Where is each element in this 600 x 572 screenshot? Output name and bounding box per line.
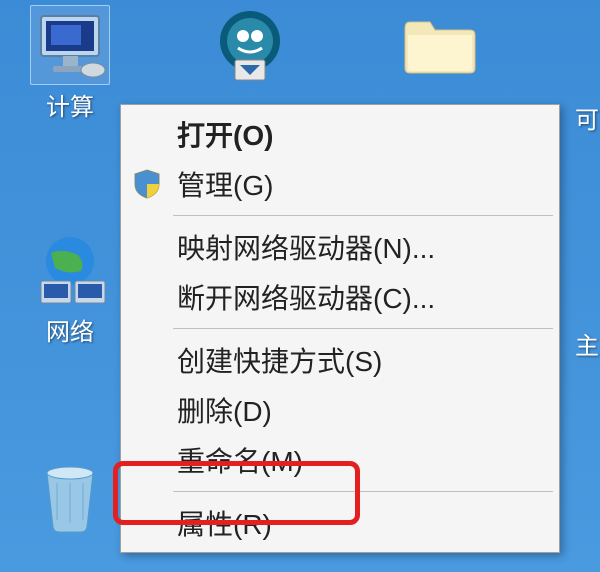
- menu-separator: [173, 328, 553, 329]
- desktop-icon-folder[interactable]: [380, 5, 500, 85]
- desktop-icon-computer[interactable]: 计算: [10, 5, 130, 122]
- menu-item-rename[interactable]: 重命名(M): [123, 435, 557, 485]
- menu-separator: [173, 491, 553, 492]
- app-icon: [210, 5, 290, 85]
- blank-icon: [127, 114, 167, 154]
- menu-item-disconnect-drive[interactable]: 断开网络驱动器(C)...: [123, 272, 557, 322]
- partial-label-2: 主: [575, 326, 599, 361]
- blank-icon: [127, 390, 167, 430]
- desktop-icon-computer-label: 计算: [10, 87, 130, 122]
- computer-icon: [30, 5, 110, 85]
- blank-icon: [127, 227, 167, 267]
- blank-icon: [127, 440, 167, 480]
- desktop-icon-app[interactable]: [190, 5, 310, 85]
- desktop-icon-network[interactable]: 网络: [10, 230, 130, 347]
- context-menu: 打开(O) 管理(G) 映射网络驱动器(N)... 断开网络驱动器(C)... …: [120, 104, 560, 553]
- menu-item-properties[interactable]: 属性(R): [123, 498, 557, 548]
- partial-label-1: 可: [575, 100, 599, 135]
- menu-item-manage[interactable]: 管理(G): [123, 159, 557, 209]
- blank-icon: [127, 277, 167, 317]
- menu-item-map-drive[interactable]: 映射网络驱动器(N)...: [123, 222, 557, 272]
- desktop-icon-recycle[interactable]: [10, 455, 130, 535]
- shield-icon: [127, 164, 167, 204]
- blank-icon: [127, 340, 167, 380]
- menu-item-open[interactable]: 打开(O): [123, 109, 557, 159]
- network-icon: [30, 230, 110, 310]
- desktop-icon-network-label: 网络: [10, 312, 130, 347]
- blank-icon: [127, 503, 167, 543]
- menu-separator: [173, 215, 553, 216]
- recycle-bin-icon: [30, 455, 110, 535]
- folder-icon: [400, 5, 480, 85]
- menu-item-delete[interactable]: 删除(D): [123, 385, 557, 435]
- menu-item-create-shortcut[interactable]: 创建快捷方式(S): [123, 335, 557, 385]
